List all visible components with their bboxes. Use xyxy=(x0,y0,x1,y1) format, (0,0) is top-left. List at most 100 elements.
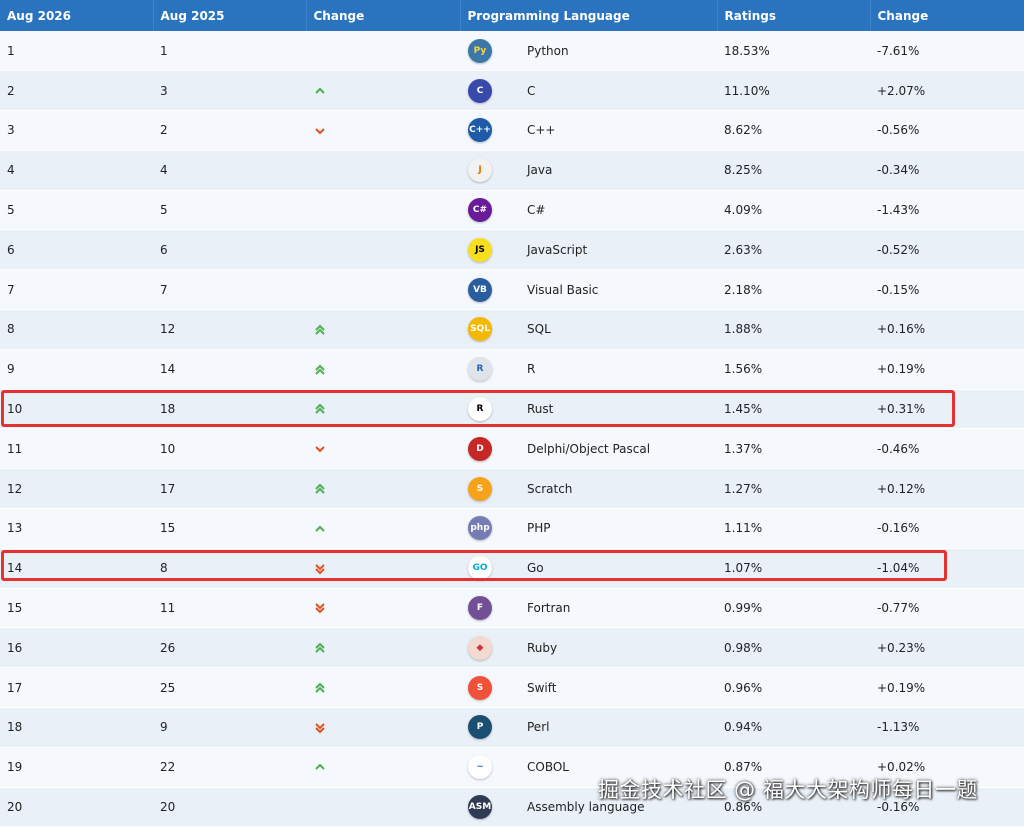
rating-change-cell: -0.34% xyxy=(870,150,1024,191)
language-icon-cell: VB xyxy=(460,269,520,311)
language-icon-cell: P xyxy=(460,707,520,748)
trend-cell xyxy=(306,349,460,390)
language-name-cell: PHP xyxy=(520,508,717,549)
table-row[interactable]: 17 25 S Swift 0.96% +0.19% xyxy=(0,667,1024,709)
rating-cell: 1.11% xyxy=(717,508,870,549)
rank-prev-cell: 6 xyxy=(153,229,306,271)
rank-now-cell: 7 xyxy=(0,269,153,311)
rating-cell: 0.96% xyxy=(717,667,870,709)
language-icon-cell: php xyxy=(460,508,520,549)
header-ratings[interactable]: Ratings xyxy=(717,0,871,31)
table-row[interactable]: 16 26 ◆ Ruby 0.98% +0.23% xyxy=(0,627,1024,669)
language-name-cell: C xyxy=(520,70,717,112)
rating-change-cell: -0.46% xyxy=(870,428,1024,470)
trend-cell xyxy=(306,627,460,669)
arrow-up-icon xyxy=(313,760,327,774)
trend-cell xyxy=(306,309,460,350)
double-arrow-up-icon xyxy=(313,363,327,377)
rating-cell: 18.53% xyxy=(717,31,870,72)
trend-cell xyxy=(306,269,460,311)
table-row[interactable]: 8 12 SQL SQL 1.88% +0.16% xyxy=(0,309,1024,350)
double-arrow-down-icon xyxy=(313,721,327,735)
header-language[interactable]: Programming Language xyxy=(460,0,718,31)
table-row[interactable]: 9 14 R R 1.56% +0.19% xyxy=(0,349,1024,390)
header-ratings-change[interactable]: Change xyxy=(870,0,1024,31)
rank-prev-cell: 12 xyxy=(153,309,306,350)
table-row[interactable]: 18 9 P Perl 0.94% -1.13% xyxy=(0,707,1024,748)
python-icon: Py xyxy=(468,38,492,63)
rating-cell: 2.18% xyxy=(717,269,870,311)
language-name-cell: Java xyxy=(520,150,717,191)
rank-prev-cell: 8 xyxy=(153,548,306,589)
table-row[interactable]: 2 3 C C 11.10% +2.07% xyxy=(0,70,1024,112)
trend-cell xyxy=(306,150,460,191)
rank-prev-cell: 14 xyxy=(153,349,306,390)
fortran-icon: F xyxy=(468,596,492,621)
javascript-icon: JS xyxy=(468,237,492,262)
rating-change-cell: -1.04% xyxy=(870,548,1024,589)
table-row[interactable]: 7 7 VB Visual Basic 2.18% -0.15% xyxy=(0,269,1024,311)
rating-cell: 1.88% xyxy=(717,309,870,350)
trend-cell xyxy=(306,468,460,510)
rank-now-cell: 5 xyxy=(0,190,153,231)
rating-cell: 0.99% xyxy=(717,588,870,629)
rank-now-cell: 13 xyxy=(0,508,153,549)
double-arrow-up-icon xyxy=(313,641,327,655)
rating-cell: 1.56% xyxy=(717,349,870,390)
table-row[interactable]: 4 4 J Java 8.25% -0.34% xyxy=(0,150,1024,191)
double-arrow-up-icon xyxy=(313,482,327,496)
rank-now-cell: 17 xyxy=(0,667,153,709)
table-row[interactable]: 3 2 C++ C++ 8.62% -0.56% xyxy=(0,110,1024,151)
rating-change-cell: -0.52% xyxy=(870,229,1024,271)
table-header: Aug 2026 Aug 2025 Change Programming Lan… xyxy=(0,0,1024,31)
rating-change-cell: -0.56% xyxy=(870,110,1024,151)
trend-cell xyxy=(306,110,460,151)
rank-prev-cell: 7 xyxy=(153,269,306,311)
rank-now-cell: 6 xyxy=(0,229,153,271)
table-row[interactable]: 15 11 F Fortran 0.99% -0.77% xyxy=(0,588,1024,629)
language-name-cell: Perl xyxy=(520,707,717,748)
trend-cell xyxy=(306,70,460,112)
table-row[interactable]: 5 5 C# C# 4.09% -1.43% xyxy=(0,190,1024,231)
header-rank-now[interactable]: Aug 2026 xyxy=(0,0,154,31)
language-name-cell: JavaScript xyxy=(520,229,717,271)
trend-cell xyxy=(306,389,460,430)
rank-prev-cell: 15 xyxy=(153,508,306,549)
language-icon-cell: JS xyxy=(460,229,520,271)
rating-cell: 4.09% xyxy=(717,190,870,231)
table-row[interactable]: 14 8 GO Go 1.07% -1.04% xyxy=(0,548,1024,589)
rank-now-cell: 19 xyxy=(0,747,153,788)
rust-icon: R xyxy=(468,397,492,422)
table-row[interactable]: 6 6 JS JavaScript 2.63% -0.52% xyxy=(0,229,1024,271)
rank-prev-cell: 18 xyxy=(153,389,306,430)
trend-cell xyxy=(306,190,460,231)
table-row[interactable]: 13 15 php PHP 1.11% -0.16% xyxy=(0,508,1024,549)
rating-change-cell: +2.07% xyxy=(870,70,1024,112)
table-row[interactable]: 10 18 R Rust 1.45% +0.31% xyxy=(0,389,1024,430)
rank-prev-cell: 11 xyxy=(153,588,306,629)
header-change[interactable]: Change xyxy=(306,0,461,31)
rating-change-cell: -0.77% xyxy=(870,588,1024,629)
rank-now-cell: 14 xyxy=(0,548,153,589)
arrow-down-icon xyxy=(313,442,327,456)
rank-now-cell: 3 xyxy=(0,110,153,151)
table-row[interactable]: 12 17 S Scratch 1.27% +0.12% xyxy=(0,468,1024,510)
arrow-up-icon xyxy=(313,84,327,98)
ruby-icon: ◆ xyxy=(468,635,492,660)
table-row[interactable]: 11 10 D Delphi/Object Pascal 1.37% -0.46% xyxy=(0,428,1024,470)
swift-icon: S xyxy=(468,675,492,700)
arrow-up-icon xyxy=(313,522,327,536)
rank-now-cell: 12 xyxy=(0,468,153,510)
rank-prev-cell: 9 xyxy=(153,707,306,748)
language-icon-cell: F xyxy=(460,588,520,629)
watermark: 掘金技术社区 @ 福大大架构师每日一题 xyxy=(598,778,978,802)
header-rank-prev[interactable]: Aug 2025 xyxy=(153,0,307,31)
rank-now-cell: 16 xyxy=(0,627,153,669)
rating-change-cell: -7.61% xyxy=(870,31,1024,72)
assembly-icon: ASM xyxy=(468,795,492,820)
language-name-cell: Swift xyxy=(520,667,717,709)
rank-now-cell: 11 xyxy=(0,428,153,470)
table-row[interactable]: 1 1 Py Python 18.53% -7.61% xyxy=(0,31,1024,72)
cobol-icon: ~ xyxy=(468,755,492,780)
language-icon-cell: ~ xyxy=(460,747,520,788)
